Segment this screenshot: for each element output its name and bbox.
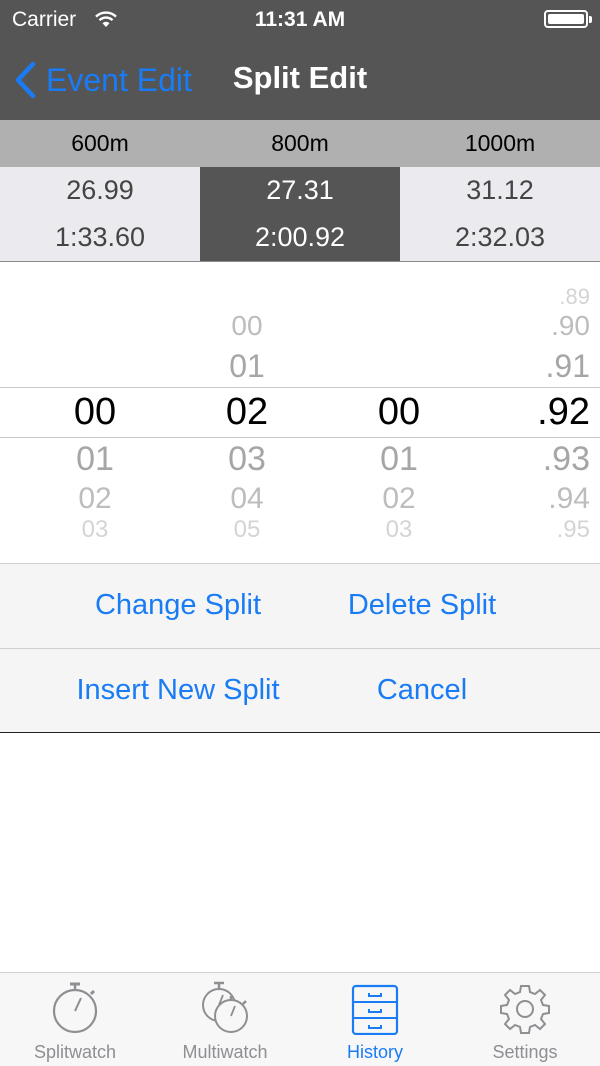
picker-option: 03	[81, 516, 109, 543]
navigation-bar: Event Edit Split Edit	[0, 40, 600, 120]
delete-split-button[interactable]: Delete Split	[322, 564, 522, 647]
split-time: 31.12	[400, 167, 600, 214]
picker-option: .89	[559, 284, 590, 309]
file-cabinet-icon	[351, 984, 399, 1035]
picker-option: 01	[76, 440, 114, 478]
split-time: 26.99	[0, 167, 200, 214]
picker-option: .91	[545, 348, 590, 384]
picker-option: .94	[548, 482, 590, 515]
tab-multiwatch[interactable]: Multiwatch	[150, 973, 300, 1066]
insert-new-split-button[interactable]: Insert New Split	[55, 649, 301, 732]
action-row: Change Split Delete Split	[0, 564, 600, 647]
tab-history[interactable]: History	[300, 973, 450, 1066]
gear-icon	[500, 985, 550, 1034]
cancel-button[interactable]: Cancel	[322, 649, 522, 732]
multi-stopwatch-icon	[202, 981, 248, 1033]
tab-label: Multiwatch	[182, 1042, 268, 1062]
split-column-800m[interactable]: 800m 27.31 2:00.92	[200, 120, 400, 262]
change-split-button[interactable]: Change Split	[78, 564, 278, 647]
cumulative-time: 1:33.60	[0, 214, 200, 261]
status-bar: Carrier 11:31 AM	[0, 0, 600, 40]
picker-wheel-minutes-tens[interactable]: 00 01 02 03	[20, 262, 170, 562]
picker-selected-value: 00	[73, 391, 117, 433]
action-row: Insert New Split Cancel	[0, 648, 600, 732]
picker-option: 01	[229, 348, 265, 384]
splits-table: 600m 26.99 1:33.60 800m 27.31 2:00.92 10…	[0, 120, 600, 262]
split-distance: 600m	[0, 120, 200, 167]
tab-label: Splitwatch	[33, 1042, 117, 1062]
picker-option: 02	[78, 482, 112, 515]
action-panel: Change Split Delete Split Insert New Spl…	[0, 563, 600, 733]
cumulative-time: 2:00.92	[200, 214, 400, 261]
split-distance: 1000m	[400, 120, 600, 167]
picker-option: .90	[551, 310, 590, 341]
picker-selected-value: .92	[537, 391, 590, 433]
cumulative-time: 2:32.03	[400, 214, 600, 261]
picker-wheel-minutes[interactable]: 00 01 02 03 04 05	[172, 262, 322, 562]
battery-icon	[544, 10, 592, 28]
picker-option: .95	[556, 516, 590, 543]
tab-label: Settings	[492, 1042, 558, 1062]
tab-bar: Splitwatch Multiwatch History Settings	[0, 972, 600, 1066]
page-title: Split Edit	[232, 60, 368, 95]
time-picker: 00 01 02 03 00 01 02 03 04 05 00 01 02 0…	[0, 262, 600, 562]
picker-option: 04	[230, 482, 264, 515]
status-time: 11:31 AM	[254, 8, 346, 31]
tab-label: History	[346, 1042, 403, 1062]
picker-option: 05	[233, 516, 261, 543]
split-column-1000m[interactable]: 1000m 31.12 2:32.03	[400, 120, 600, 262]
picker-option: 03	[228, 440, 266, 478]
picker-option: 00	[231, 310, 263, 341]
picker-option: .93	[542, 440, 590, 478]
split-column-600m[interactable]: 600m 26.99 1:33.60	[0, 120, 200, 262]
tab-splitwatch[interactable]: Splitwatch	[0, 973, 150, 1066]
split-distance: 800m	[200, 120, 400, 167]
tab-settings[interactable]: Settings	[450, 973, 600, 1066]
split-time: 27.31	[200, 167, 400, 214]
picker-selected-value: 02	[225, 391, 269, 433]
picker-wheel-hundredths[interactable]: .89 .90 .91 .92 .93 .94 .95	[448, 262, 598, 562]
top-bar: Carrier 11:31 AM Event Edit Split Edit	[0, 0, 600, 120]
stopwatch-icon	[52, 982, 98, 1034]
